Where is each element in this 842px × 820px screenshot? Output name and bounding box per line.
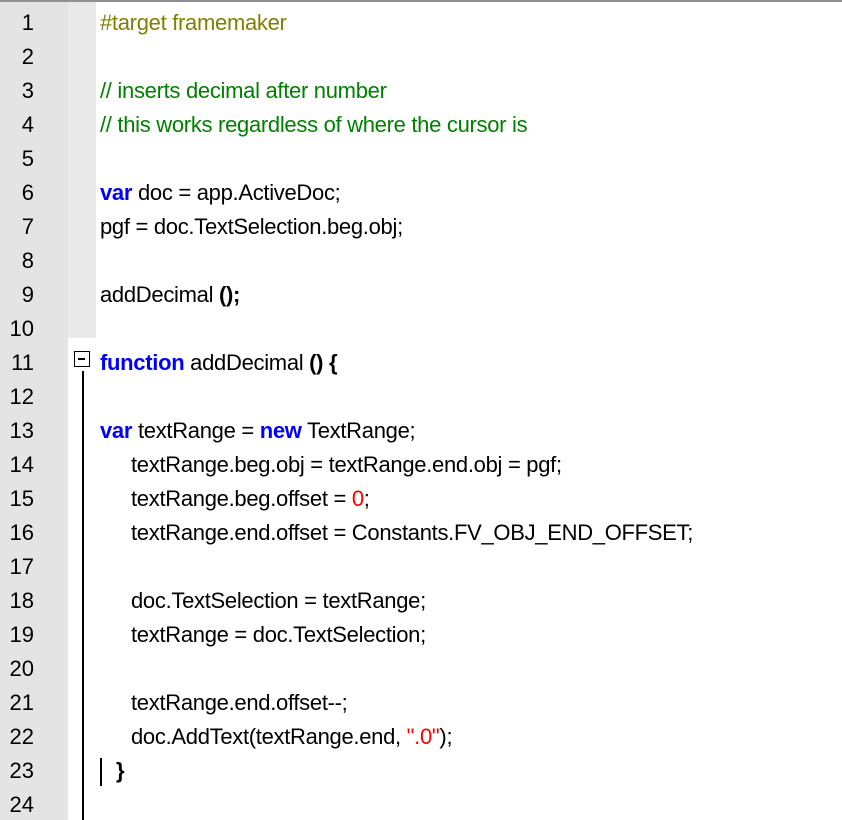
line-number: 7 bbox=[21, 214, 34, 239]
line-number: 12 bbox=[9, 384, 34, 409]
code-line[interactable]: 10 bbox=[0, 312, 842, 346]
code-text[interactable]: doc.AddText(textRange.end, ".0"); bbox=[131, 720, 453, 754]
line-number: 18 bbox=[9, 588, 34, 613]
comment-text[interactable]: // inserts decimal after number bbox=[100, 74, 387, 108]
code-line[interactable]: 13 var textRange = new TextRange; bbox=[0, 414, 842, 448]
string-literal: ".0" bbox=[406, 724, 440, 749]
code-text[interactable]: } bbox=[116, 754, 125, 788]
line-number: 10 bbox=[9, 316, 34, 341]
code-line[interactable]: 14 textRange.beg.obj = textRange.end.obj… bbox=[0, 448, 842, 482]
keyword: function bbox=[100, 350, 185, 375]
code-fragment: addDecimal bbox=[184, 350, 310, 375]
code-line[interactable]: 7 pgf = doc.TextSelection.beg.obj; bbox=[0, 210, 842, 244]
code-fragment: textRange = bbox=[132, 418, 260, 443]
line-number: 4 bbox=[21, 112, 34, 137]
code-text[interactable]: textRange.beg.obj = textRange.end.obj = … bbox=[131, 448, 562, 482]
code-line[interactable]: 9 addDecimal (); bbox=[0, 278, 842, 312]
line-number: 19 bbox=[9, 622, 34, 647]
code-line[interactable]: 4 // this works regardless of where the … bbox=[0, 108, 842, 142]
code-text[interactable]: doc.TextSelection = textRange; bbox=[131, 584, 426, 618]
code-line[interactable]: 15 textRange.beg.offset = 0; bbox=[0, 482, 842, 516]
code-fragment: ; bbox=[363, 486, 370, 511]
code-fragment: doc.AddText(textRange.end, bbox=[131, 724, 407, 749]
code-line[interactable]: 18 doc.TextSelection = textRange; bbox=[0, 584, 842, 618]
code-fragment: doc = app.ActiveDoc; bbox=[132, 180, 341, 205]
code-text[interactable]: textRange.beg.offset = 0; bbox=[131, 482, 370, 516]
operator: () { bbox=[309, 350, 338, 375]
line-number: 1 bbox=[21, 10, 34, 35]
code-line[interactable]: 19 textRange = doc.TextSelection; bbox=[0, 618, 842, 652]
code-line[interactable]: 16 textRange.end.offset = Constants.FV_O… bbox=[0, 516, 842, 550]
line-number: 9 bbox=[21, 282, 34, 307]
code-line[interactable]: 22 doc.AddText(textRange.end, ".0"); bbox=[0, 720, 842, 754]
number-literal: 0 bbox=[351, 486, 364, 511]
code-line[interactable]: 12 bbox=[0, 380, 842, 414]
keyword: var bbox=[100, 418, 133, 443]
line-number: 3 bbox=[21, 78, 34, 103]
code-line[interactable]: 5 bbox=[0, 142, 842, 176]
code-line[interactable]: 23 } bbox=[0, 754, 842, 788]
operator: (); bbox=[218, 282, 241, 307]
code-line[interactable]: 17 bbox=[0, 550, 842, 584]
code-text[interactable]: pgf = doc.TextSelection.beg.obj; bbox=[100, 210, 403, 244]
keyword: new bbox=[259, 418, 302, 443]
line-number: 14 bbox=[9, 452, 34, 477]
code-fragment: addDecimal bbox=[100, 282, 219, 307]
line-number: 20 bbox=[9, 656, 34, 681]
line-number: 16 bbox=[9, 520, 34, 545]
code-text[interactable]: var doc = app.ActiveDoc; bbox=[100, 176, 341, 210]
code-line[interactable]: 21 textRange.end.offset--; bbox=[0, 686, 842, 720]
line-number: 6 bbox=[21, 180, 34, 205]
code-text[interactable]: textRange = doc.TextSelection; bbox=[131, 618, 426, 652]
code-text[interactable]: textRange.end.offset--; bbox=[131, 686, 348, 720]
line-number: 22 bbox=[9, 724, 34, 749]
code-text[interactable]: addDecimal (); bbox=[100, 278, 240, 312]
text-cursor bbox=[100, 758, 102, 786]
line-number: 2 bbox=[21, 44, 34, 69]
line-number: 24 bbox=[9, 792, 34, 817]
code-text[interactable]: textRange.end.offset = Constants.FV_OBJ_… bbox=[131, 516, 693, 550]
line-number: 11 bbox=[11, 350, 34, 375]
code-line[interactable]: 8 bbox=[0, 244, 842, 278]
code-editor[interactable]: 1 #target framemaker 2 3 // inserts deci… bbox=[0, 0, 842, 820]
comment-text[interactable]: // this works regardless of where the cu… bbox=[100, 108, 528, 142]
code-fragment: TextRange; bbox=[301, 418, 416, 443]
line-number: 21 bbox=[9, 690, 34, 715]
code-line[interactable]: 11 function addDecimal () { bbox=[0, 346, 842, 380]
code-line[interactable]: 3 // inserts decimal after number bbox=[0, 74, 842, 108]
line-number: 8 bbox=[21, 248, 34, 273]
code-text[interactable]: function addDecimal () { bbox=[100, 346, 338, 380]
line-number: 23 bbox=[9, 758, 34, 783]
code-line[interactable]: 2 bbox=[0, 40, 842, 74]
code-line[interactable]: 1 #target framemaker bbox=[0, 6, 842, 40]
code-text[interactable]: #target framemaker bbox=[100, 6, 287, 40]
code-text[interactable]: var textRange = new TextRange; bbox=[100, 414, 416, 448]
line-number: 17 bbox=[9, 554, 34, 579]
line-number: 15 bbox=[9, 486, 34, 511]
code-line[interactable]: 20 bbox=[0, 652, 842, 686]
keyword: var bbox=[100, 180, 133, 205]
code-line[interactable]: 6 var doc = app.ActiveDoc; bbox=[0, 176, 842, 210]
line-number: 13 bbox=[9, 418, 34, 443]
code-fragment: textRange.beg.offset = bbox=[131, 486, 352, 511]
code-fragment: ); bbox=[439, 724, 453, 749]
line-number: 5 bbox=[21, 146, 34, 171]
code-line[interactable]: 24 bbox=[0, 788, 842, 820]
